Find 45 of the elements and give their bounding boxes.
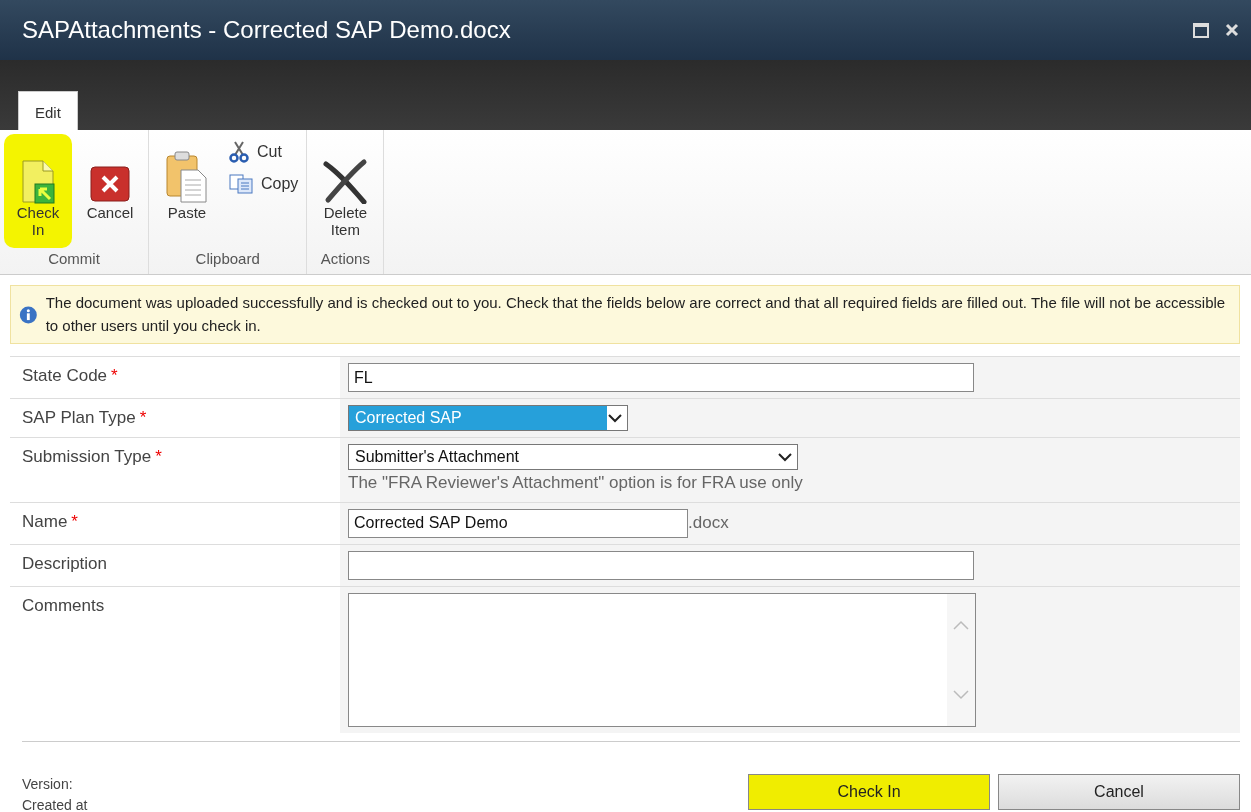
- ribbon-button[interactable]: Copy: [225, 170, 303, 198]
- ribbon-button[interactable]: Check In: [4, 134, 72, 248]
- input-field[interactable]: [348, 550, 974, 580]
- required-mark: *: [71, 510, 78, 533]
- field-label: Description: [22, 552, 108, 575]
- footer-button[interactable]: Cancel: [998, 773, 1240, 810]
- scroll-up-icon: [953, 619, 969, 630]
- required-mark: *: [155, 446, 162, 468]
- chevron-down-icon: [777, 452, 793, 462]
- field-label: State Code: [22, 365, 108, 387]
- group-label: Commit: [47, 248, 101, 269]
- comments-field[interactable]: [348, 592, 976, 727]
- window-title: SAPAttachments - Corrected SAP Demo.docx: [22, 15, 511, 45]
- file-extension: .docx: [688, 512, 729, 535]
- chevron-down-icon: [607, 413, 623, 423]
- field-label: Name: [22, 510, 68, 533]
- cross-icon: [322, 158, 369, 204]
- input-field[interactable]: FL: [348, 363, 974, 392]
- copy-icon: [229, 174, 253, 194]
- field-label: Submission Type: [22, 446, 152, 468]
- group-label: Clipboard: [194, 248, 261, 269]
- input-field[interactable]: Corrected SAP Demo: [348, 508, 688, 538]
- info-text: Created at: [22, 796, 88, 812]
- info-text: Version:: [22, 774, 74, 794]
- hint-text: The "FRA Reviewer's Attachment" option is for FRA use only: [348, 472, 804, 494]
- clipboard-icon: [165, 150, 209, 204]
- select-field[interactable]: Submitter's Attachment: [348, 444, 798, 470]
- scroll-down-icon: [953, 689, 969, 700]
- field-label: Comments: [22, 594, 105, 617]
- ribbon-button[interactable]: Paste: [153, 134, 221, 248]
- ribbon-button[interactable]: Cut: [225, 138, 303, 166]
- ribbon-tab[interactable]: Edit: [18, 90, 78, 130]
- footer-button[interactable]: Check In: [748, 773, 990, 810]
- close-icon: [1225, 23, 1239, 37]
- field-label: SAP Plan Type: [22, 407, 136, 429]
- ribbon-button[interactable]: Cancel: [76, 134, 144, 248]
- required-mark: *: [139, 407, 147, 429]
- required-mark: *: [111, 365, 118, 387]
- scissors-icon: [229, 141, 249, 163]
- notice-text: The document was uploaded successfully and is checked out to you. Check that the fields below are correct and that all required fields are filled out. The file will not be accessible to other users until you check in.: [45, 293, 1227, 336]
- ribbon-button[interactable]: Delete Item: [311, 134, 380, 248]
- group-label: Actions: [319, 248, 371, 269]
- close-icon: [90, 164, 130, 204]
- document-arrow-icon: [21, 160, 55, 204]
- maximize-icon: [1193, 22, 1209, 38]
